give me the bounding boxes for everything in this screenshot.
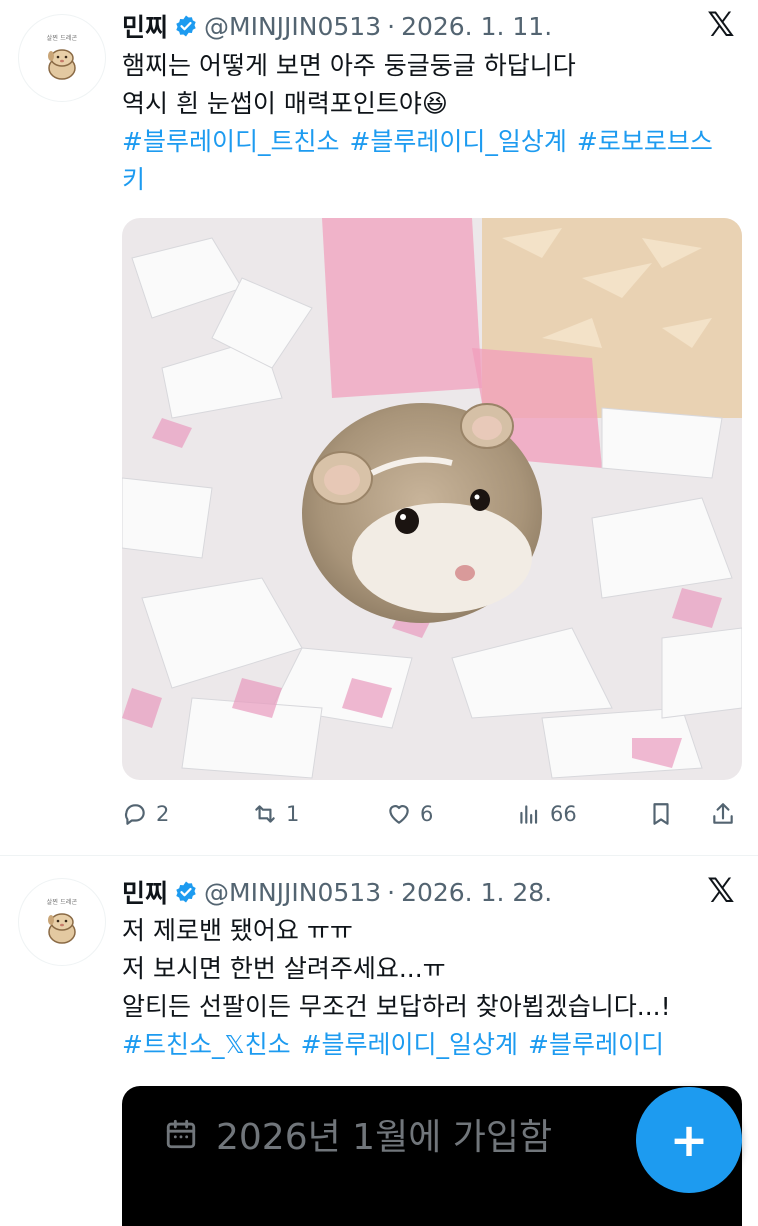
compose-button[interactable]: + (636, 1087, 742, 1193)
hashtag-link[interactable]: #트친소_𝕏친소 (122, 1030, 291, 1059)
avatar-caption: 살찐 드레곤 (46, 898, 78, 906)
hashtag-list: #트친소_𝕏친소 #블루레이디_일상계 #블루레이디 (122, 1030, 674, 1059)
hashtag-link[interactable]: #블루레이디_트친소 (122, 127, 339, 156)
reply-button[interactable]: 2 (122, 801, 169, 827)
views-icon (520, 805, 538, 824)
verified-badge-icon (176, 881, 196, 903)
like-icon (389, 805, 409, 824)
plus-icon: + (669, 1113, 709, 1167)
timestamp[interactable]: 2026. 1. 11. (401, 12, 552, 41)
avatar[interactable]: 살찐 드레곤 (18, 878, 106, 966)
tweet-divider (0, 855, 758, 856)
tweet-text: 햄찌는 어떻게 보면 아주 둥글둥글 하답니다 역시 흰 눈썹이 매력포인트야😆… (122, 47, 738, 199)
joined-date: 2026년 1월에 가입함 (164, 1108, 552, 1160)
like-button[interactable]: 6 (386, 801, 433, 827)
meta-separator: · (387, 11, 396, 41)
tweet-header: 민찌 @MINJJIN0513 · 2026. 1. 28. (122, 870, 552, 914)
bookmark-button[interactable] (648, 801, 674, 827)
tweet-header: 민찌 @MINJJIN0513 · 2026. 1. 11. (122, 4, 552, 48)
hamster-photo-image (122, 218, 742, 780)
tweet-actions: 2 1 6 66 (122, 796, 742, 832)
tweet-line: 역시 흰 눈썹이 매력포인트야😆 (122, 89, 448, 118)
handle[interactable]: @MINJJIN0513 (204, 12, 381, 41)
tweet-1[interactable]: 살찐 드레곤 민찌 @MINJJIN0513 · 2026. 1. 11. 𝕏 … (0, 0, 758, 855)
hashtag-list: #블루레이디_트친소 #블루레이디_일상계 #로보로브스키 (122, 127, 713, 194)
views-button[interactable]: 66 (516, 801, 577, 827)
avatar[interactable]: 살찐 드레곤 (18, 14, 106, 102)
dog-avatar-icon (48, 48, 76, 80)
x-logo-icon: 𝕏 (707, 871, 735, 911)
tweet-text: 저 제로밴 됐어요 ㅠㅠ 저 보시면 한번 살려주세요...ㅠ 알티든 선팔이든… (122, 912, 738, 1064)
dog-avatar-icon (48, 912, 76, 944)
hashtag-link[interactable]: #블루레이디 (528, 1030, 664, 1059)
share-icon (713, 803, 733, 824)
reply-icon (124, 804, 145, 825)
tweet-line: 햄찌는 어떻게 보면 아주 둥글둥글 하답니다 (122, 51, 576, 80)
hashtag-link[interactable]: #블루레이디_일상계 (301, 1030, 518, 1059)
verified-badge-icon (176, 15, 196, 37)
hashtag-link[interactable]: #블루레이디_일상계 (349, 127, 566, 156)
calendar-icon (166, 1119, 196, 1149)
display-name[interactable]: 민찌 (122, 874, 168, 910)
tweet-line: 저 보시면 한번 살려주세요...ㅠ (122, 954, 446, 983)
handle[interactable]: @MINJJIN0513 (204, 878, 381, 907)
tweet-photo[interactable] (122, 218, 742, 780)
reply-count: 2 (156, 802, 170, 826)
tweet-line: 알티든 선팔이든 무조건 보답하러 찾아뵙겠습니다...! (122, 992, 671, 1021)
joined-date-text: 2026년 1월에 가입함 (216, 1117, 553, 1158)
like-count: 6 (420, 802, 434, 826)
meta-separator: · (387, 877, 396, 907)
repost-icon (255, 805, 275, 823)
share-button[interactable] (710, 801, 736, 827)
tweet-line: 저 제로밴 됐어요 ㅠㅠ (122, 916, 353, 945)
repost-button[interactable]: 1 (252, 801, 299, 827)
repost-count: 1 (286, 802, 300, 826)
timestamp[interactable]: 2026. 1. 28. (401, 878, 552, 907)
x-logo-icon: 𝕏 (707, 5, 735, 45)
bookmark-icon (653, 803, 669, 825)
display-name[interactable]: 민찌 (122, 8, 168, 44)
avatar-caption: 살찐 드레곤 (46, 34, 78, 42)
views-count: 66 (550, 802, 577, 826)
